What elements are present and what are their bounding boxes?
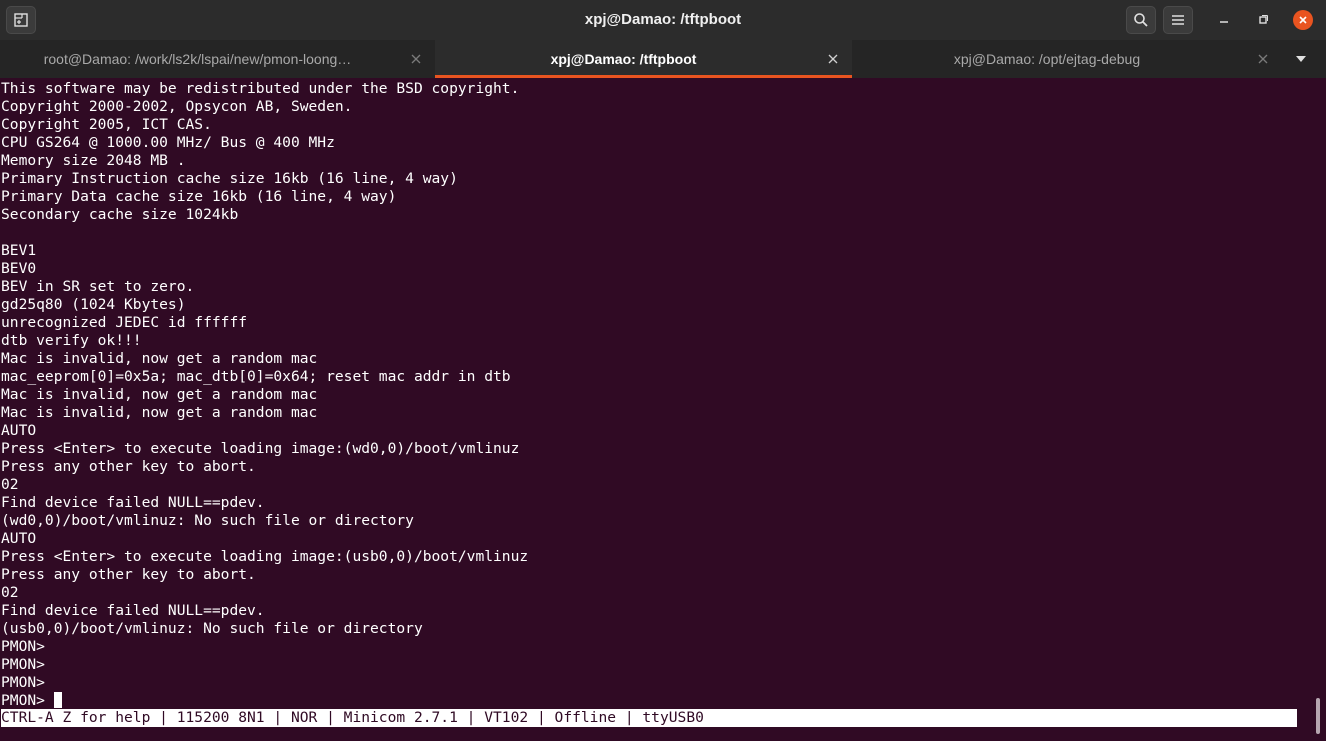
terminal-line: BEV0 bbox=[1, 260, 37, 277]
tab-ejtag-debug[interactable]: xpj@Damao: /opt/ejtag-debug bbox=[852, 40, 1282, 78]
search-button[interactable] bbox=[1126, 6, 1156, 34]
prompt-text: PMON> bbox=[1, 692, 54, 709]
terminal-line: AUTO bbox=[1, 530, 37, 547]
terminal-line: This software may be redistributed under… bbox=[1, 80, 520, 97]
prompt-line[interactable]: PMON> bbox=[1, 692, 1301, 710]
terminal-line: Primary Instruction cache size 16kb (16 … bbox=[1, 170, 458, 187]
tab-bar: root@Damao: /work/ls2k/lspai/new/pmon-lo… bbox=[0, 40, 1326, 78]
terminal-line: Press any other key to abort. bbox=[1, 566, 256, 583]
terminal-line: Mac is invalid, now get a random mac bbox=[1, 404, 318, 421]
terminal-line: Press <Enter> to execute loading image:(… bbox=[1, 440, 520, 457]
maximize-button[interactable] bbox=[1248, 6, 1278, 34]
tab-label: xpj@Damao: /tftpboot bbox=[550, 51, 697, 67]
tab-label: xpj@Damao: /opt/ejtag-debug bbox=[953, 51, 1141, 67]
terminal-output[interactable]: This software may be redistributed under… bbox=[1, 80, 1301, 741]
close-icon bbox=[1299, 16, 1307, 24]
terminal-line: dtb verify ok!!! bbox=[1, 332, 142, 349]
terminal-line: 02 bbox=[1, 476, 19, 493]
terminal-line: Mac is invalid, now get a random mac bbox=[1, 350, 318, 367]
terminal-line: PMON> bbox=[1, 638, 45, 655]
chevron-down-icon[interactable] bbox=[1294, 54, 1308, 64]
terminal-line: Find device failed NULL==pdev. bbox=[1, 494, 265, 511]
terminal-line: gd25q80 (1024 Kbytes) bbox=[1, 296, 186, 313]
hamburger-menu-icon bbox=[1172, 15, 1184, 25]
maximize-icon bbox=[1259, 15, 1268, 24]
terminal-lines: This software may be redistributed under… bbox=[1, 80, 1301, 692]
text-cursor bbox=[53, 692, 62, 708]
terminal-line: Find device failed NULL==pdev. bbox=[1, 602, 265, 619]
terminal-line: (usb0,0)/boot/vmlinuz: No such file or d… bbox=[1, 620, 423, 637]
terminal-line: CPU GS264 @ 1000.00 MHz/ Bus @ 400 MHz bbox=[1, 134, 335, 151]
title-bar: xpj@Damao: /tftpboot bbox=[0, 0, 1326, 40]
menu-button[interactable] bbox=[1163, 6, 1193, 34]
terminal-line: unrecognized JEDEC id ffffff bbox=[1, 314, 248, 331]
minimize-button[interactable] bbox=[1209, 6, 1239, 34]
tab-label: root@Damao: /work/ls2k/lspai/new/pmon-lo… bbox=[43, 51, 352, 67]
terminal-line: mac_eeprom[0]=0x5a; mac_dtb[0]=0x64; res… bbox=[1, 368, 511, 385]
tab-pmon-loongson[interactable]: root@Damao: /work/ls2k/lspai/new/pmon-lo… bbox=[0, 40, 435, 78]
close-button[interactable] bbox=[1293, 10, 1313, 30]
minimize-icon bbox=[1220, 21, 1228, 23]
search-icon bbox=[1134, 13, 1148, 27]
terminal-line: BEV in SR set to zero. bbox=[1, 278, 195, 295]
new-tab-icon bbox=[14, 13, 28, 27]
terminal-line: Press <Enter> to execute loading image:(… bbox=[1, 548, 529, 565]
minicom-status-line: CTRL-A Z for help | 115200 8N1 | NOR | M… bbox=[1, 709, 1297, 727]
terminal-line: AUTO bbox=[1, 422, 37, 439]
terminal-line: Secondary cache size 1024kb bbox=[1, 206, 239, 223]
terminal-line: Copyright 2005, ICT CAS. bbox=[1, 116, 212, 133]
terminal-line: Copyright 2000-2002, Opsycon AB, Sweden. bbox=[1, 98, 353, 115]
tab-close-icon[interactable] bbox=[409, 52, 423, 66]
terminal-line: (wd0,0)/boot/vmlinuz: No such file or di… bbox=[1, 512, 414, 529]
terminal-line: PMON> bbox=[1, 656, 45, 673]
tab-tftpboot[interactable]: xpj@Damao: /tftpboot bbox=[435, 40, 852, 78]
terminal-line: Mac is invalid, now get a random mac bbox=[1, 386, 318, 403]
terminal-line: Primary Data cache size 16kb (16 line, 4… bbox=[1, 188, 397, 205]
terminal-line: Press any other key to abort. bbox=[1, 458, 256, 475]
tab-close-icon[interactable] bbox=[1256, 52, 1270, 66]
new-tab-button[interactable] bbox=[6, 6, 36, 34]
terminal-scrollbar[interactable] bbox=[1316, 698, 1320, 734]
terminal-line: 02 bbox=[1, 584, 19, 601]
terminal-line: BEV1 bbox=[1, 242, 37, 259]
terminal-line: PMON> bbox=[1, 674, 45, 691]
terminal-line: Memory size 2048 MB . bbox=[1, 152, 186, 169]
terminal-window: xpj@Damao: /tftpboot root@Damao: /work/l… bbox=[0, 0, 1326, 741]
tab-close-icon[interactable] bbox=[826, 52, 840, 66]
